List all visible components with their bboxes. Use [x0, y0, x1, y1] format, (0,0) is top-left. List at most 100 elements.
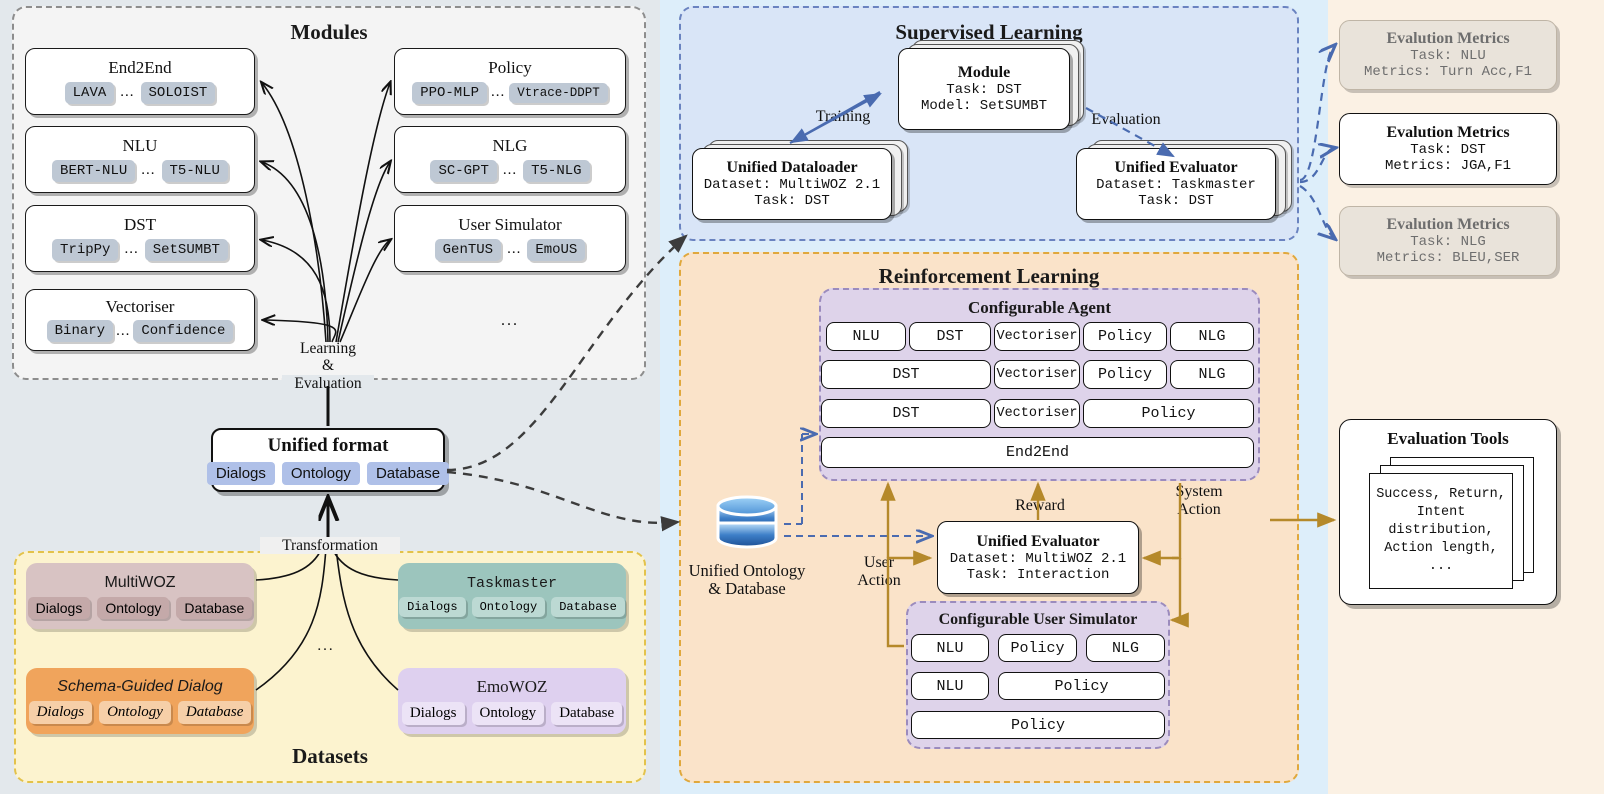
learning-evaluation-label: Learning & Evaluation	[282, 340, 374, 393]
user-sim-module-nlu[interactable]: NLU	[911, 672, 989, 700]
agent-module-nlg[interactable]: NLG	[1170, 322, 1254, 351]
agent-module-end2end[interactable]: End2End	[821, 437, 1254, 468]
user-sim-module-policy[interactable]: Policy	[911, 711, 1165, 739]
datasets-more-ellipsis: ...	[317, 638, 335, 654]
rl-evaluator-task: Task: Interaction	[966, 566, 1110, 583]
dataset-chip-ontology[interactable]: Ontology	[471, 597, 546, 617]
module-chip-left[interactable]: Binary	[46, 320, 114, 343]
module-chip-left[interactable]: SC-GPT	[430, 159, 497, 182]
evaluation-metrics-box-nlg[interactable]: Evalution Metrics Task: NLG Metrics: BLE…	[1339, 206, 1557, 276]
module-chip-right[interactable]: SOLOIST	[140, 81, 216, 104]
system-action-line-2: Action	[1177, 500, 1221, 518]
dataset-chip-database[interactable]: Database	[551, 702, 623, 725]
agent-module-vectoriser[interactable]: Vectoriser	[994, 399, 1080, 428]
agent-module-policy[interactable]: Policy	[1083, 360, 1167, 389]
dataset-chip-dialogs[interactable]: Dialogs	[401, 702, 465, 725]
evaluation-metrics-box-nlu[interactable]: Evalution Metrics Task: NLU Metrics: Tur…	[1339, 20, 1557, 90]
dataset-chip-ontology[interactable]: Ontology	[97, 596, 170, 619]
user-sim-module-policy[interactable]: Policy	[998, 634, 1077, 662]
dataset-box-schema-guided-dialog[interactable]: Schema-Guided Dialog Dialogs Ontology Da…	[26, 668, 254, 734]
sl-module-card-task: Task: DST	[946, 82, 1022, 98]
agent-module-policy[interactable]: Policy	[1083, 322, 1167, 351]
module-box-dst[interactable]: DST TripPy ... SetSUMBT	[25, 205, 255, 272]
agent-module-nlu[interactable]: NLU	[826, 322, 906, 351]
user-sim-module-policy[interactable]: Policy	[998, 672, 1165, 700]
configurable-user-simulator-title: Configurable User Simulator	[938, 611, 1138, 628]
evaluation-tools-line: Success, Return,	[1376, 487, 1506, 503]
agent-module-vectoriser[interactable]: Vectoriser	[994, 360, 1080, 389]
sl-dataloader-card[interactable]: Unified Dataloader Dataset: MultiWOZ 2.1…	[692, 148, 892, 220]
evaluation-metrics-task: Task: NLG	[1410, 234, 1486, 250]
evaluation-tools-line: Intent	[1416, 505, 1466, 521]
rl-evaluator-card[interactable]: Unified Evaluator Dataset: MultiWOZ 2.1 …	[937, 521, 1139, 594]
unified-format-chip-dialogs[interactable]: Dialogs	[206, 462, 275, 485]
module-title: NLG	[492, 136, 528, 156]
dataset-title: Schema-Guided Dialog	[57, 678, 223, 695]
system-action-label: System Action	[1160, 483, 1238, 519]
unified-format-chip-ontology[interactable]: Ontology	[281, 462, 360, 485]
learning-evaluation-line-1: Learning	[300, 340, 356, 357]
module-chip-left[interactable]: LAVA	[64, 81, 115, 104]
module-chip-left[interactable]: TripPy	[52, 238, 119, 261]
module-chip-right[interactable]: SetSUMBT	[144, 238, 228, 261]
agent-module-nlg[interactable]: NLG	[1170, 360, 1254, 389]
module-chip-right[interactable]: Vtrace-DDPT	[509, 82, 608, 103]
database-cylinder-icon	[712, 492, 782, 555]
dataset-box-taskmaster[interactable]: Taskmaster Dialogs Ontology Database	[398, 563, 626, 629]
unified-format-chip-database[interactable]: Database	[366, 462, 450, 485]
dataset-chip-database[interactable]: Database	[176, 596, 253, 619]
dataset-chip-dialogs[interactable]: Dialogs	[28, 701, 93, 724]
module-chip-left[interactable]: PPO-MLP	[412, 81, 488, 104]
modules-more-ellipsis: ...	[501, 312, 519, 329]
module-chip-right[interactable]: Confidence	[133, 320, 234, 343]
module-box-nlg[interactable]: NLG SC-GPT ... T5-NLG	[394, 126, 626, 193]
sl-module-card[interactable]: Module Task: DST Model: SetSUMBT	[898, 48, 1070, 130]
evaluation-metrics-task: Task: NLU	[1410, 48, 1486, 64]
agent-module-dst[interactable]: DST	[909, 322, 991, 351]
sl-evaluator-card-stack[interactable]: Unified Evaluator Dataset: Taskmaster Ta…	[1076, 140, 1296, 220]
modules-panel-title: Modules	[290, 20, 368, 44]
sl-evaluator-task: Task: DST	[1138, 193, 1214, 209]
dataset-box-multiwoz[interactable]: MultiWOZ Dialogs Ontology Database	[26, 563, 254, 629]
evaluation-metrics-box-dst[interactable]: Evalution Metrics Task: DST Metrics: JGA…	[1339, 113, 1557, 185]
unified-ontology-database-label: Unified Ontology & Database	[682, 561, 812, 599]
db-label-line-2: & Database	[708, 579, 786, 599]
sl-dataloader-card-stack[interactable]: Unified Dataloader Dataset: MultiWOZ 2.1…	[692, 140, 912, 220]
module-title: Vectoriser	[105, 296, 175, 316]
module-box-policy[interactable]: Policy PPO-MLP ... Vtrace-DDPT	[394, 48, 626, 115]
dataset-chip-dialogs[interactable]: Dialogs	[27, 596, 91, 619]
dataset-title: Taskmaster	[466, 575, 557, 592]
sl-evaluator-card[interactable]: Unified Evaluator Dataset: Taskmaster Ta…	[1076, 148, 1276, 220]
dataset-chip-database[interactable]: Database	[177, 701, 252, 724]
module-box-nlu[interactable]: NLU BERT-NLU ... T5-NLU	[25, 126, 255, 193]
dataset-chip-ontology[interactable]: Ontology	[471, 702, 545, 725]
module-ellipsis: ...	[502, 162, 518, 179]
evaluation-tools-box[interactable]: Evaluation Tools Success, Return, Intent…	[1339, 419, 1557, 605]
module-box-user-simulator[interactable]: User Simulator GenTUS ... EmoUS	[394, 205, 626, 272]
user-sim-module-nlu[interactable]: NLU	[911, 634, 989, 662]
sl-module-card-title: Module	[957, 64, 1011, 81]
module-chip-right[interactable]: T5-NLU	[161, 159, 228, 182]
dataset-chip-dialogs[interactable]: Dialogs	[399, 597, 466, 617]
module-box-end2end[interactable]: End2End LAVA ... SOLOIST	[25, 48, 255, 115]
training-label: Training	[815, 108, 871, 125]
dataset-chip-database[interactable]: Database	[551, 597, 625, 617]
transformation-label: Transformation	[260, 537, 400, 555]
agent-module-vectoriser[interactable]: Vectoriser	[994, 322, 1080, 351]
module-box-vectoriser[interactable]: Vectoriser Binary ... Confidence	[25, 289, 255, 351]
agent-module-dst[interactable]: DST	[821, 399, 991, 428]
module-chip-left[interactable]: GenTUS	[434, 238, 502, 261]
agent-module-policy[interactable]: Policy	[1083, 399, 1254, 428]
unified-format-title: Unified format	[267, 435, 389, 456]
unified-format-box[interactable]: Unified format Dialogs Ontology Database	[206, 428, 450, 492]
agent-module-dst[interactable]: DST	[821, 360, 991, 389]
sl-module-card-stack[interactable]: Module Task: DST Model: SetSUMBT	[898, 40, 1084, 130]
module-chip-right[interactable]: T5-NLG	[523, 159, 590, 182]
module-chip-right[interactable]: EmoUS	[527, 238, 586, 261]
evaluation-tools-line: Action length,	[1384, 540, 1498, 556]
user-sim-module-nlg[interactable]: NLG	[1086, 634, 1165, 662]
rl-evaluator-title: Unified Evaluator	[976, 532, 1100, 550]
dataset-chip-ontology[interactable]: Ontology	[99, 701, 171, 724]
dataset-box-emowoz[interactable]: EmoWOZ Dialogs Ontology Database	[398, 668, 626, 734]
module-chip-left[interactable]: BERT-NLU	[52, 159, 136, 182]
